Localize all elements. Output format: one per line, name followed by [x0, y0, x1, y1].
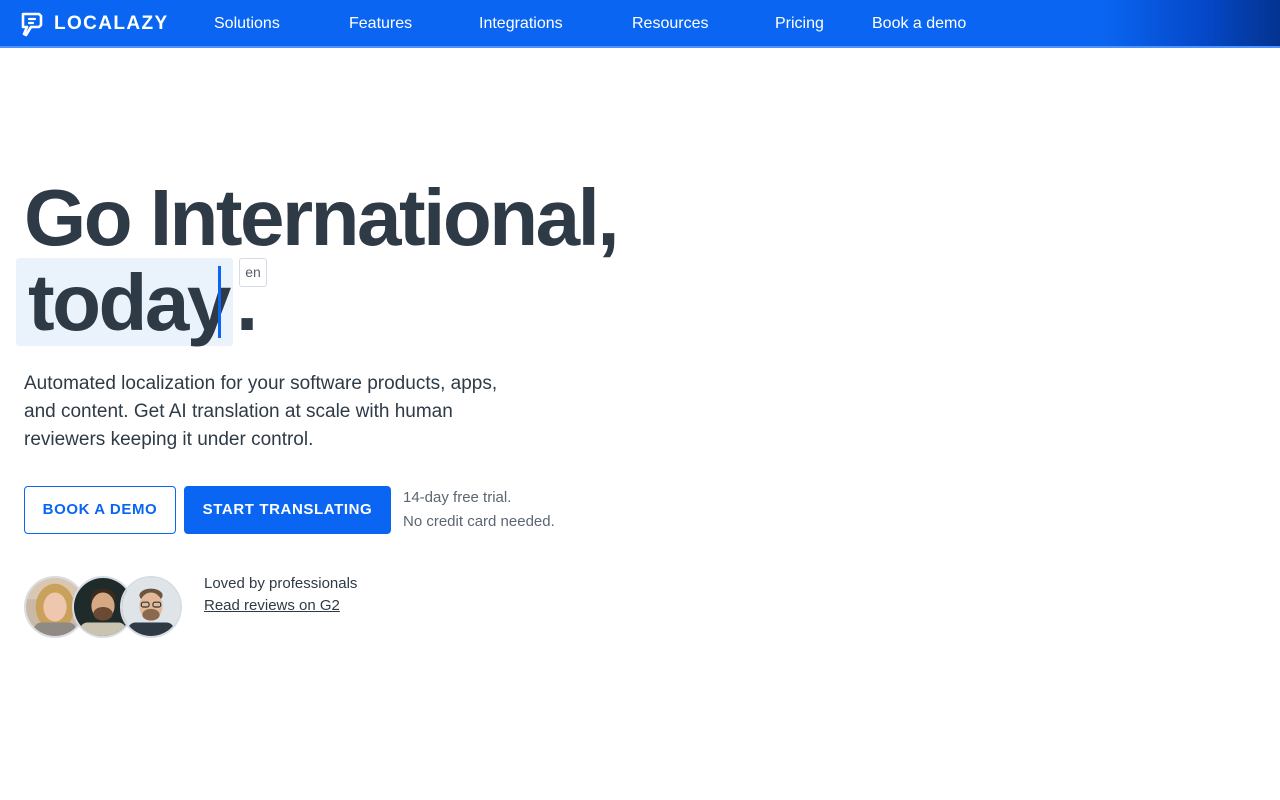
language-tag: en: [239, 258, 267, 287]
nav-resources[interactable]: Resources: [632, 14, 708, 34]
nav-integrations[interactable]: Integrations: [479, 14, 563, 34]
avatar-man-glasses: [120, 576, 182, 638]
start-translating-button[interactable]: START TRANSLATING: [184, 486, 391, 534]
localazy-logo-icon: [21, 12, 43, 36]
top-navbar: LOCALAZY Solutions Features Integrations…: [0, 0, 1280, 48]
social-proof: Loved by professionals Read reviews on G…: [204, 573, 357, 617]
trial-line-1: 14-day free trial.: [403, 489, 512, 506]
trial-note: 14-day free trial. No credit card needed…: [403, 486, 555, 534]
reviewer-avatars: [24, 576, 184, 640]
hero-headline: Go International,: [24, 173, 620, 262]
book-demo-button[interactable]: BOOK A DEMO: [24, 486, 176, 534]
hero-typed-word: today: [28, 258, 231, 347]
nav-solutions[interactable]: Solutions: [214, 14, 280, 34]
nav-features[interactable]: Features: [349, 14, 412, 34]
nav-pricing[interactable]: Pricing: [775, 14, 824, 34]
trial-line-2: No credit card needed.: [403, 513, 555, 530]
nav-book-demo[interactable]: Book a demo: [872, 14, 966, 34]
hero-subtitle: Automated localization for your software…: [24, 373, 498, 450]
brand-logo[interactable]: LOCALAZY: [20, 10, 169, 38]
brand-name: LOCALAZY: [54, 13, 169, 34]
g2-reviews-link[interactable]: Read reviews on G2: [204, 595, 357, 617]
loved-text: Loved by professionals: [204, 575, 358, 592]
text-caret: [218, 266, 221, 338]
